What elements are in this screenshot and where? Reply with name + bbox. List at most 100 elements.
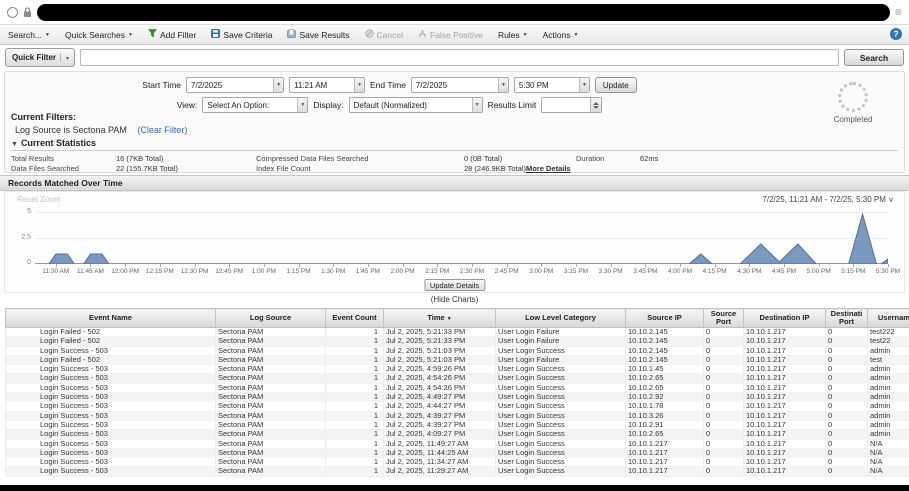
x-axis-label: 4:15 PM xyxy=(703,268,727,275)
cell-low_level_category: User Login Success xyxy=(496,346,626,355)
x-axis-label: 2:15 PM xyxy=(425,268,449,275)
event-row[interactable]: Login Success - 503Sectona PAM1Jul 2, 20… xyxy=(6,365,909,374)
results-limit-stepper[interactable] xyxy=(541,97,602,113)
toolbar-item-search-menu[interactable]: Search...▼ xyxy=(8,30,50,40)
end-time-select[interactable]: 5:30 PM xyxy=(514,77,590,93)
arrow-down-icon[interactable] xyxy=(593,106,599,109)
clear-filter-link[interactable]: (Clear Filter) xyxy=(137,125,187,135)
chart-time-range-dropdown[interactable]: 7/2/25, 11:21 AM - 7/2/25, 5:30 PM xyxy=(762,195,894,204)
cell-source_port: 0 xyxy=(704,328,744,337)
arrow-up-icon[interactable] xyxy=(593,102,599,105)
event-row[interactable]: Login Failed - 502Sectona PAM1Jul 2, 202… xyxy=(6,337,909,346)
chevron-down-icon: ▼ xyxy=(128,32,133,38)
quick-filter-row: Quick Filter Search xyxy=(0,45,909,70)
x-axis-label: 3:30 PM xyxy=(598,268,622,275)
x-axis-label: 4:45 PM xyxy=(772,268,796,275)
cell-time: Jul 2, 2025, 11:34:27 AM xyxy=(384,458,496,467)
y-axis-tick-2_5: 2.5 xyxy=(7,234,31,241)
cell-source_ip: 10.10.2.145 xyxy=(626,346,704,355)
data-files-value: 22 (155.7KB Total) xyxy=(116,164,256,173)
current-statistics-header[interactable]: ▼Current Statistics xyxy=(11,138,898,151)
start-date-value: 7/2/2025 xyxy=(191,81,222,90)
quick-filter-input[interactable] xyxy=(80,49,839,66)
view-select[interactable]: Select An Option: xyxy=(202,97,308,113)
column-header-log_source[interactable]: Log Source xyxy=(216,309,326,328)
toolbar-item-add-filter[interactable]: Add Filter xyxy=(148,29,196,40)
cell-low_level_category: User Login Failure xyxy=(496,355,626,364)
cell-source_ip: 10.10.1.217 xyxy=(626,439,704,448)
more-details-link[interactable]: More Details xyxy=(526,164,571,173)
cell-username: admin xyxy=(868,383,909,392)
event-row[interactable]: Login Success - 503Sectona PAM1Jul 2, 20… xyxy=(6,448,909,457)
cell-low_level_category: User Login Success xyxy=(496,430,626,439)
event-row[interactable]: Login Failed - 502Sectona PAM1Jul 2, 202… xyxy=(6,328,909,337)
cell-destination_port: 0 xyxy=(826,374,868,383)
stepper-arrows[interactable] xyxy=(590,98,601,112)
end-date-value: 7/2/2025 xyxy=(416,81,447,90)
cell-source_ip: 10.10.2.65 xyxy=(626,383,704,392)
cell-source_ip: 10.10.2.92 xyxy=(626,393,704,402)
cell-event_count: 1 xyxy=(326,458,384,467)
event-row[interactable]: Login Success - 503Sectona PAM1Jul 2, 20… xyxy=(6,402,909,411)
toolbar-item-rules[interactable]: Rules▼ xyxy=(498,30,528,40)
column-header-destination_port[interactable]: Destinati Port xyxy=(826,309,868,328)
column-header-source_port[interactable]: Source Port xyxy=(704,309,744,328)
event-row[interactable]: Login Success - 503Sectona PAM1Jul 2, 20… xyxy=(6,374,909,383)
reset-zoom-link: Reset Zoom xyxy=(17,195,61,204)
event-row[interactable]: Login Failed - 502Sectona PAM1Jul 2, 202… xyxy=(6,355,909,364)
toolbar-item-save-criteria[interactable]: Save Criteria xyxy=(211,29,272,40)
column-header-event_count[interactable]: Event Count xyxy=(326,309,384,328)
event-row[interactable]: Login Success - 503Sectona PAM1Jul 2, 20… xyxy=(6,420,909,429)
cell-low_level_category: User Login Success xyxy=(496,402,626,411)
event-row[interactable]: Login Success - 503Sectona PAM1Jul 2, 20… xyxy=(6,393,909,402)
start-time-select[interactable]: 11:21 AM xyxy=(289,77,365,93)
x-axis-label: 1:15 PM xyxy=(286,268,310,275)
cell-source_ip: 10.10.2.91 xyxy=(626,420,704,429)
redacted-url-bar[interactable] xyxy=(37,4,890,21)
help-icon[interactable]: ? xyxy=(890,28,902,40)
cell-log_source: Sectona PAM xyxy=(216,365,326,374)
search-button[interactable]: Search xyxy=(844,49,904,66)
column-header-destination_ip[interactable]: Destination IP xyxy=(744,309,826,328)
cell-time: Jul 2, 2025, 4:59:26 PM xyxy=(384,365,496,374)
toolbar-item-actions[interactable]: Actions▼ xyxy=(543,30,579,40)
toolbar-item-save-results[interactable]: Save Results xyxy=(287,29,349,40)
column-header-event_name[interactable]: Event Name xyxy=(6,309,216,328)
start-date-select[interactable]: 7/2/2025 xyxy=(186,77,284,93)
view-value: Select An Option: xyxy=(207,101,269,110)
column-header-username[interactable]: Username xyxy=(868,309,909,328)
column-header-label: Time xyxy=(427,313,444,322)
total-results-label: Total Results xyxy=(11,154,116,163)
chart-plot-area[interactable] xyxy=(35,212,888,264)
x-axis-label: 3:00 PM xyxy=(529,268,553,275)
event-row[interactable]: Login Success - 503Sectona PAM1Jul 2, 20… xyxy=(6,383,909,392)
cell-source_port: 0 xyxy=(704,365,744,374)
display-value: Default (Normalized) xyxy=(354,101,427,110)
toolbar-item-quick-searches[interactable]: Quick Searches▼ xyxy=(65,30,133,40)
quick-filter-dropdown[interactable]: Quick Filter xyxy=(5,48,75,67)
cell-destination_ip: 10.10.1.217 xyxy=(744,365,826,374)
start-time-value: 11:21 AM xyxy=(294,81,327,90)
event-row[interactable]: Login Success - 503Sectona PAM1Jul 2, 20… xyxy=(6,458,909,467)
cell-destination_port: 0 xyxy=(826,430,868,439)
event-row[interactable]: Login Success - 503Sectona PAM1Jul 2, 20… xyxy=(6,467,909,476)
event-row[interactable]: Login Success - 503Sectona PAM1Jul 2, 20… xyxy=(6,439,909,448)
column-header-source_ip[interactable]: Source IP xyxy=(626,309,704,328)
hide-charts-link[interactable]: (Hide Charts) xyxy=(0,293,909,307)
results-limit-input[interactable] xyxy=(542,98,590,112)
display-select[interactable]: Default (Normalized) xyxy=(349,97,483,113)
event-row[interactable]: Login Success - 503Sectona PAM1Jul 2, 20… xyxy=(6,430,909,439)
cell-source_port: 0 xyxy=(704,420,744,429)
end-date-select[interactable]: 7/2/2025 xyxy=(411,77,509,93)
column-header-label: Source Port xyxy=(711,309,736,326)
column-header-low_level_category[interactable]: Low Level Category xyxy=(496,309,626,328)
cell-username: test222 xyxy=(868,328,909,337)
update-details-button[interactable]: Update Details xyxy=(424,279,485,291)
event-row[interactable]: Login Success - 503Sectona PAM1Jul 2, 20… xyxy=(6,346,909,355)
event-row[interactable]: Login Success - 503Sectona PAM1Jul 2, 20… xyxy=(6,411,909,420)
update-button[interactable]: Update xyxy=(595,77,637,93)
hamburger-menu-icon[interactable]: ≡ xyxy=(895,6,902,18)
toolbar-item-label: Search... xyxy=(8,30,42,40)
column-header-time[interactable]: Time▼ xyxy=(384,309,496,328)
cell-destination_ip: 10.10.1.217 xyxy=(744,430,826,439)
